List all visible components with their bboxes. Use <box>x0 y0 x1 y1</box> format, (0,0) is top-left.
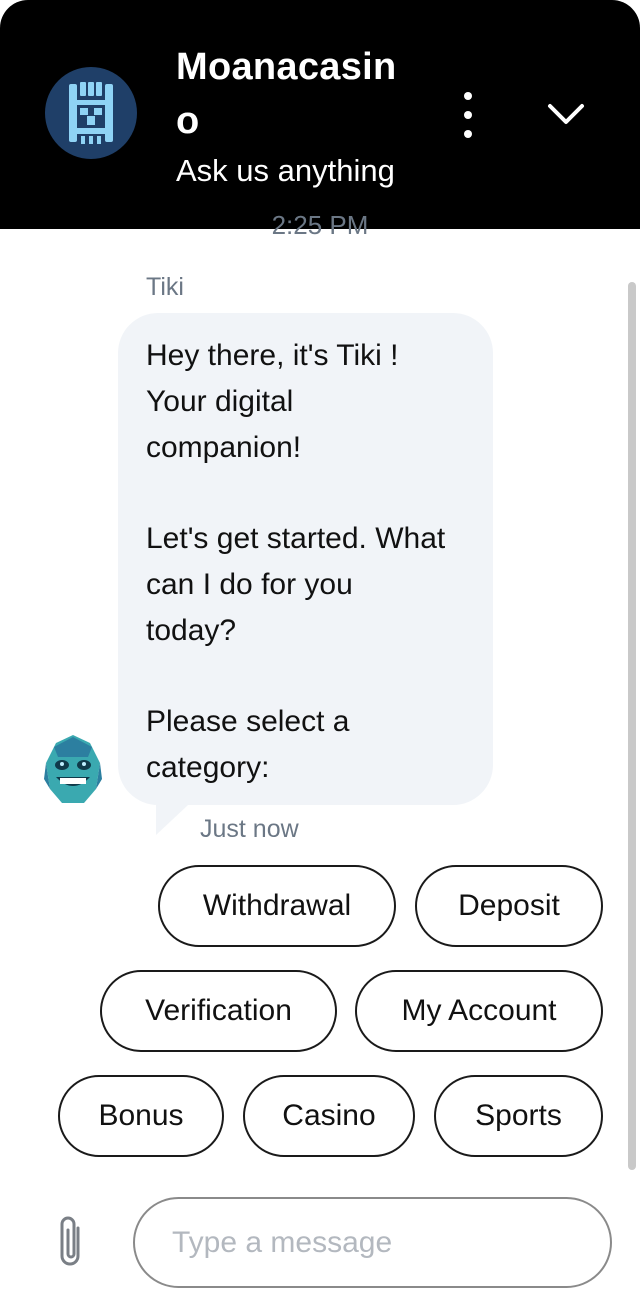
message-line: Hey there, it's Tiki ! <box>146 339 399 372</box>
chat-widget: Moanacasino Ask us anything 2:25 PM Tiki… <box>0 0 640 1316</box>
chat-header: Moanacasino Ask us anything <box>0 0 640 229</box>
message-line: Please select a <box>146 705 350 739</box>
quick-reply-my-account[interactable]: My Account <box>355 970 603 1052</box>
paperclip-icon[interactable] <box>52 1214 90 1270</box>
message-time: Just now <box>200 815 299 843</box>
message-line: today? <box>146 613 237 647</box>
message-line: can I do for you <box>146 567 353 601</box>
quick-reply-sports[interactable]: Sports <box>434 1075 603 1157</box>
chevron-down-icon[interactable] <box>544 92 588 136</box>
tiki-mask-logo <box>45 67 137 159</box>
message-line: Your digital <box>146 384 294 418</box>
more-vertical-icon[interactable] <box>452 92 484 138</box>
quick-reply-deposit[interactable]: Deposit <box>415 865 603 947</box>
message-input[interactable] <box>133 1197 612 1288</box>
quick-reply-withdrawal[interactable]: Withdrawal <box>158 865 396 947</box>
chat-subtitle: Ask us anything <box>176 153 395 188</box>
quick-reply-verification[interactable]: Verification <box>100 970 337 1052</box>
tiki-mask-logo-graphic <box>69 82 113 144</box>
quick-reply-bonus[interactable]: Bonus <box>58 1075 224 1157</box>
menu-dot <box>464 130 472 138</box>
scrollbar[interactable] <box>628 282 636 1170</box>
sender-name: Tiki <box>146 273 184 301</box>
bot-message-bubble: Hey there, it's Tiki ! Your digital comp… <box>118 313 493 805</box>
conversation-timestamp: 2:25 PM <box>271 210 369 240</box>
message-line: companion! <box>146 430 302 464</box>
quick-reply-casino[interactable]: Casino <box>243 1075 415 1157</box>
message-line: category: <box>146 751 270 785</box>
bubble-tail <box>156 805 188 835</box>
menu-dot <box>464 111 472 119</box>
message-line: Let's get started. What <box>146 522 446 556</box>
chat-title: Moanacasino <box>176 46 397 142</box>
menu-dot <box>464 92 472 100</box>
tiki-avatar-icon <box>44 735 102 803</box>
